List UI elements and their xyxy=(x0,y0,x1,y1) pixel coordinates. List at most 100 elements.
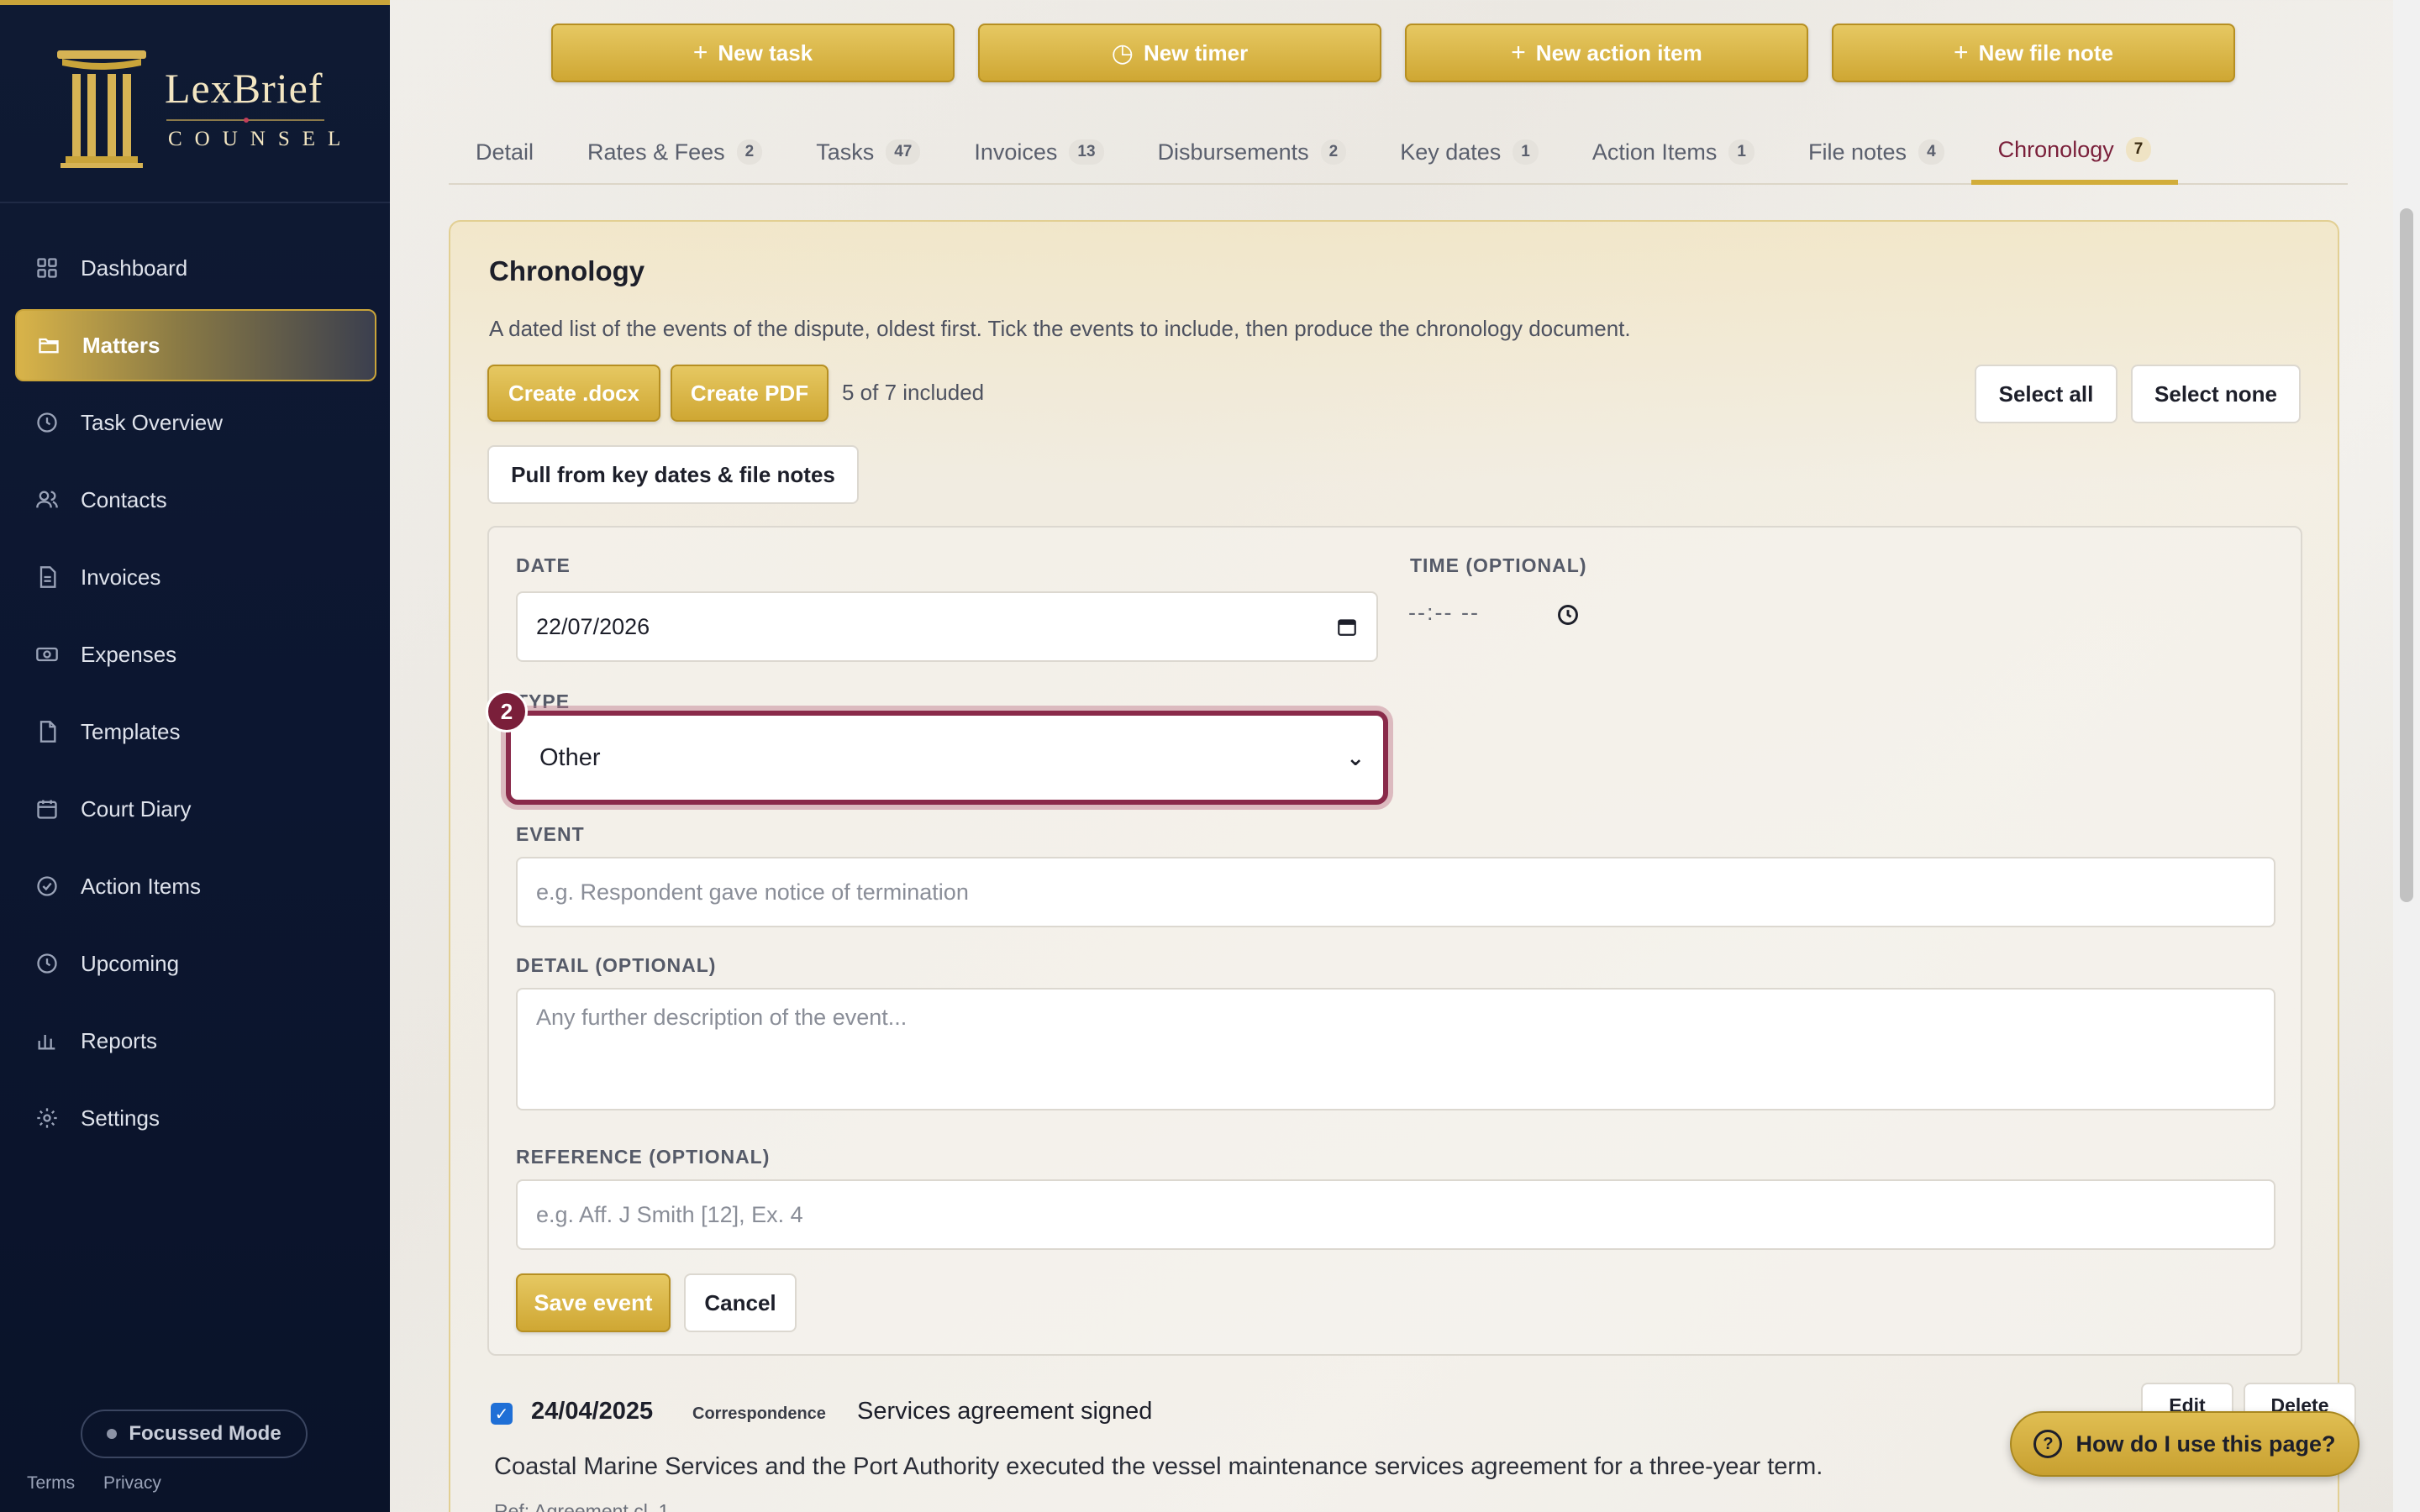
new-timer-button[interactable]: ◷ New timer xyxy=(978,24,1381,82)
count-badge: 1 xyxy=(1512,139,1539,165)
create-docx-button[interactable]: Create .docx xyxy=(487,365,660,422)
new-task-label: New task xyxy=(718,39,813,66)
select-none-button[interactable]: Select none xyxy=(2131,365,2301,423)
tab-label: Action Items xyxy=(1591,139,1718,165)
create-pdf-button[interactable]: Create PDF xyxy=(671,365,829,422)
detail-label: DETAIL (OPTIONAL) xyxy=(516,954,717,976)
scrollbar[interactable] xyxy=(2393,0,2420,1512)
entry-type-badge: Correspondence xyxy=(692,1404,826,1423)
detail-textarea[interactable]: Any further description of the event... xyxy=(516,988,2275,1110)
date-label: DATE xyxy=(516,554,571,576)
reference-input[interactable]: e.g. Aff. J Smith [12], Ex. 4 xyxy=(516,1179,2275,1250)
tab-detail[interactable]: Detail xyxy=(449,119,560,185)
sidebar-item-templates[interactable]: Templates xyxy=(15,696,376,768)
detail-placeholder: Any further description of the event... xyxy=(536,1005,908,1030)
tab-label: Disbursements xyxy=(1157,139,1309,165)
type-selected-value: Other xyxy=(539,743,601,771)
sidebar-item-label: Upcoming xyxy=(81,950,180,976)
sidebar-item-label: Task Overview xyxy=(81,409,224,435)
count-badge: 7 xyxy=(2125,137,2152,162)
document-icon xyxy=(39,566,56,588)
clock-icon xyxy=(37,412,57,433)
sidebar-item-invoices[interactable]: Invoices xyxy=(15,541,376,613)
sidebar-item-label: Court Diary xyxy=(81,795,192,822)
tab-key-dates[interactable]: Key dates 1 xyxy=(1373,119,1565,185)
save-event-button[interactable]: Save event xyxy=(516,1273,671,1332)
sidebar-item-court-diary[interactable]: Court Diary xyxy=(15,773,376,845)
sidebar-item-label: Invoices xyxy=(81,564,161,590)
step-badge: 2 xyxy=(486,690,528,732)
page-title: Chronology xyxy=(489,255,645,286)
scrollbar-thumb[interactable] xyxy=(2400,208,2413,902)
clock-icon xyxy=(37,953,57,974)
tab-disbursements[interactable]: Disbursements 2 xyxy=(1131,119,1374,185)
tab-chronology[interactable]: Chronology 7 xyxy=(1970,119,2179,185)
reference-placeholder: e.g. Aff. J Smith [12], Ex. 4 xyxy=(536,1201,803,1227)
tab-label: Rates & Fees xyxy=(587,139,725,165)
count-badge: 4 xyxy=(1918,139,1944,165)
sidebar-item-label: Matters xyxy=(82,332,160,358)
sidebar-item-expenses[interactable]: Expenses xyxy=(15,618,376,690)
sidebar-item-action-items[interactable]: Action Items xyxy=(15,850,376,922)
users-icon xyxy=(36,491,58,508)
chevron-down-icon: ⌄ xyxy=(1346,744,1365,770)
tab-tasks[interactable]: Tasks 47 xyxy=(789,119,947,185)
brand-name: LexBrief xyxy=(165,65,324,112)
new-file-note-button[interactable]: + New file note xyxy=(1832,24,2235,82)
count-badge: 2 xyxy=(736,139,763,165)
tab-rates-fees[interactable]: Rates & Fees 2 xyxy=(560,119,789,185)
help-label: How do I use this page? xyxy=(2075,1431,2336,1457)
status-dot-icon xyxy=(107,1429,118,1439)
pull-from-key-dates-button[interactable]: Pull from key dates & file notes xyxy=(487,445,859,504)
included-count: 5 of 7 included xyxy=(842,380,985,405)
date-input[interactable]: 22/07/2026 xyxy=(516,591,1378,662)
chronology-panel: Chronology A dated list of the events of… xyxy=(449,220,2356,1512)
include-checkbox[interactable]: ✓ xyxy=(491,1403,513,1425)
cancel-button[interactable]: Cancel xyxy=(684,1273,797,1332)
sidebar-item-label: Settings xyxy=(81,1105,160,1131)
date-value: 22/07/2026 xyxy=(536,613,650,639)
time-input[interactable]: --:-- -- xyxy=(1408,600,1480,626)
help-button[interactable]: ? How do I use this page? xyxy=(2010,1411,2360,1477)
new-timer-label: New timer xyxy=(1143,39,1249,66)
tab-file-notes[interactable]: File notes 4 xyxy=(1781,119,1971,185)
brand-dot xyxy=(244,118,249,123)
sidebar-item-dashboard[interactable]: Dashboard xyxy=(15,232,376,304)
tab-invoices[interactable]: Invoices 13 xyxy=(947,119,1130,185)
select-all-button[interactable]: Select all xyxy=(1975,365,2118,423)
clock-icon[interactable] xyxy=(1556,603,1580,627)
entry-date: 24/04/2025 xyxy=(531,1398,654,1425)
reference-label: REFERENCE (OPTIONAL) xyxy=(516,1146,771,1168)
entry-description: Coastal Marine Services and the Port Aut… xyxy=(494,1453,1823,1480)
sidebar-item-task-overview[interactable]: Task Overview xyxy=(15,386,376,459)
tab-label: Detail xyxy=(476,139,534,165)
time-label: TIME (OPTIONAL) xyxy=(1410,554,1587,576)
calendar-icon[interactable] xyxy=(1336,616,1358,638)
tab-label: Key dates xyxy=(1400,139,1502,165)
focused-mode-label: Focussed Mode xyxy=(129,1422,281,1445)
privacy-link[interactable]: Privacy xyxy=(103,1473,161,1493)
page-description: A dated list of the events of the disput… xyxy=(489,316,1631,341)
sidebar-item-label: Dashboard xyxy=(81,255,188,281)
event-input[interactable]: e.g. Respondent gave notice of terminati… xyxy=(516,857,2275,927)
tab-label: Invoices xyxy=(974,139,1058,165)
sidebar-item-reports[interactable]: Reports xyxy=(15,1005,376,1077)
terms-link[interactable]: Terms xyxy=(27,1473,75,1493)
plus-icon: + xyxy=(1511,39,1526,66)
entry-title: Services agreement signed xyxy=(857,1398,1153,1425)
sidebar-item-label: Contacts xyxy=(81,486,167,512)
check-circle-icon xyxy=(37,876,57,896)
brand-subtitle: COUNSEL xyxy=(168,128,354,150)
new-task-button[interactable]: + New task xyxy=(551,24,955,82)
focused-mode-toggle[interactable]: Focussed Mode xyxy=(81,1410,308,1458)
sidebar-item-matters[interactable]: Matters xyxy=(15,309,376,381)
new-action-item-label: New action item xyxy=(1535,39,1702,66)
new-action-item-button[interactable]: + New action item xyxy=(1405,24,1808,82)
sidebar-item-upcoming[interactable]: Upcoming xyxy=(15,927,376,1000)
sidebar-item-label: Templates xyxy=(81,718,181,744)
type-select[interactable]: Other ⌄ xyxy=(506,711,1388,805)
sidebar-item-label: Expenses xyxy=(81,641,177,667)
sidebar-item-settings[interactable]: Settings xyxy=(15,1082,376,1154)
tab-action-items[interactable]: Action Items 1 xyxy=(1565,119,1781,185)
sidebar-item-contacts[interactable]: Contacts xyxy=(15,464,376,536)
